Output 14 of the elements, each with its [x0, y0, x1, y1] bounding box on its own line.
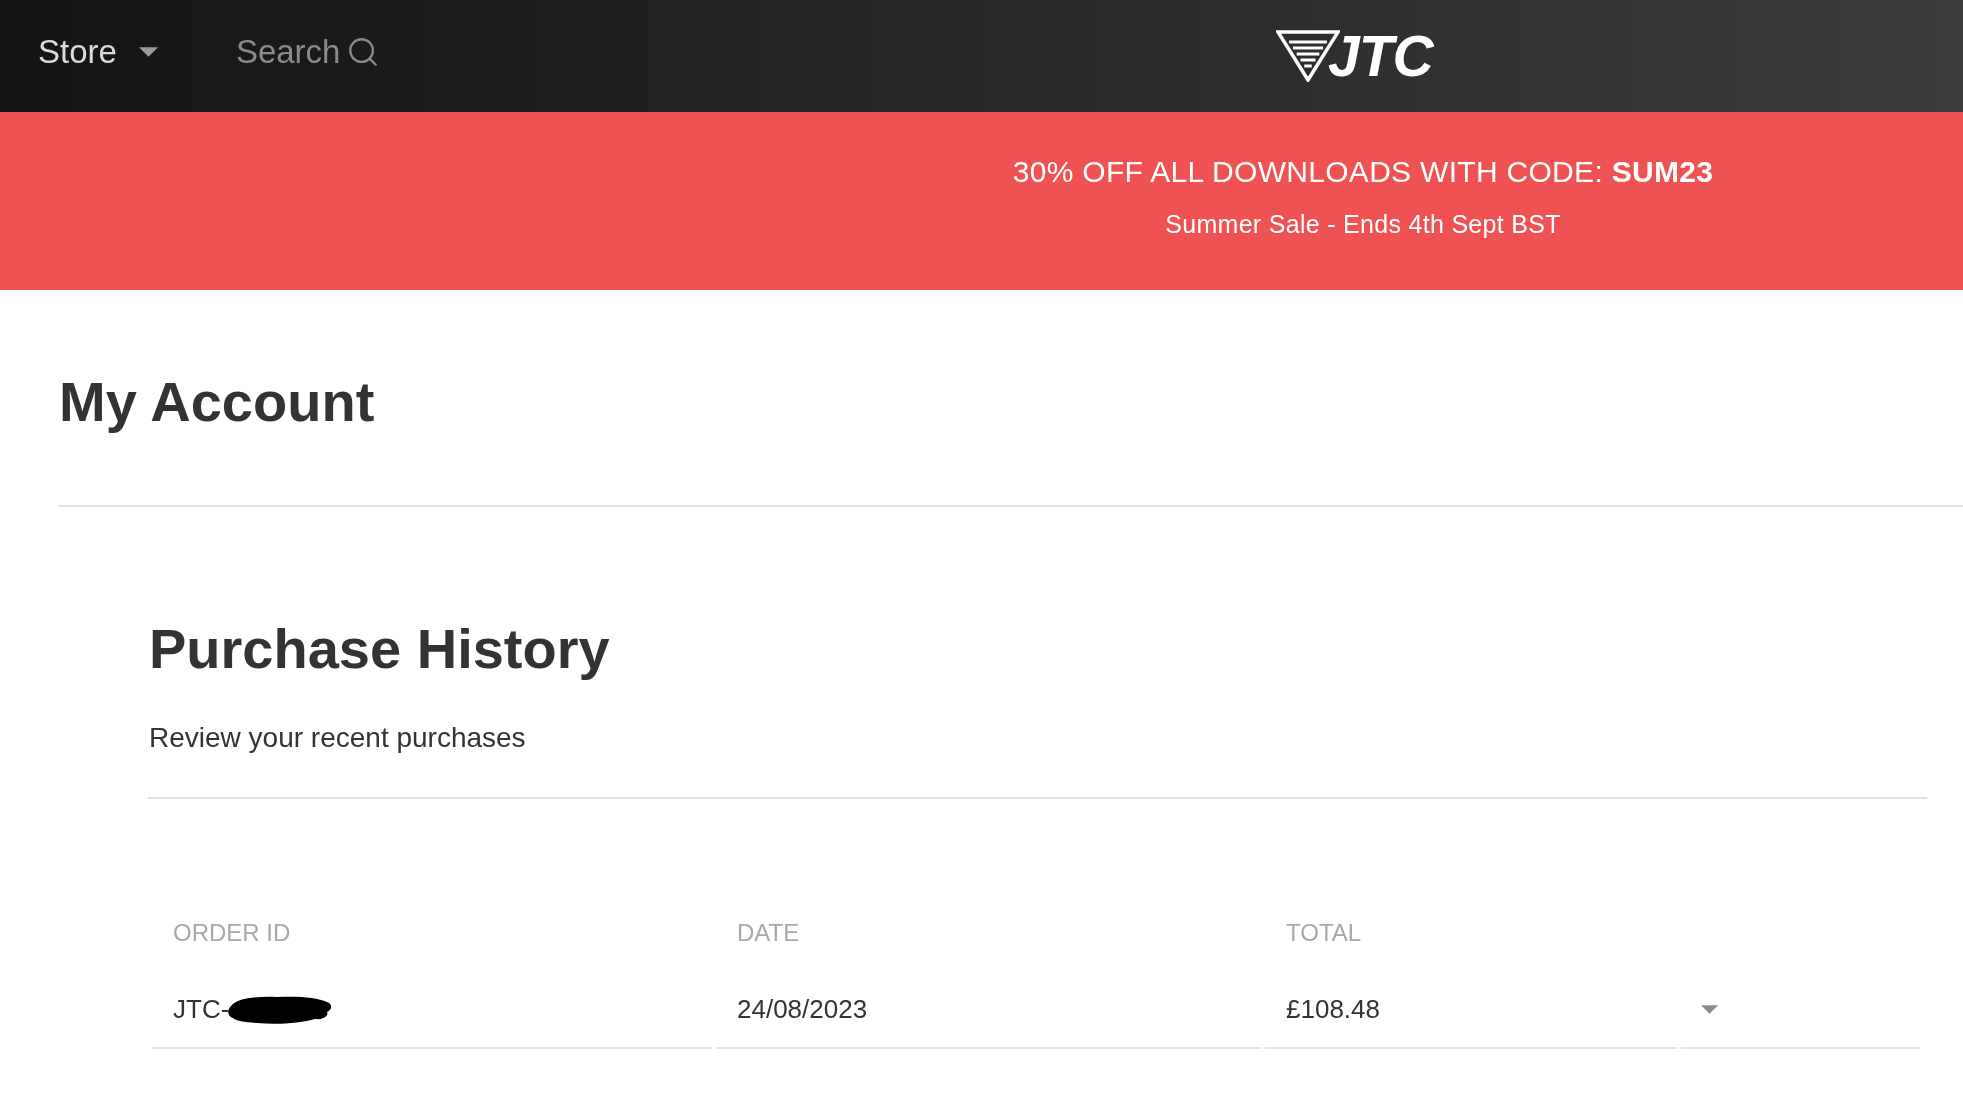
table-cell: 24/08/2023 — [716, 960, 1261, 1049]
search-button[interactable]: Search — [235, 27, 381, 77]
order-id-text: JTC- — [173, 992, 230, 1026]
section-subtitle: Review your recent purchases — [149, 721, 526, 755]
promo-subline: Summer Sale - Ends 4th Sept BST — [1165, 209, 1561, 240]
column-header: TOTAL — [1286, 918, 1362, 948]
table-cell: £108.48 — [1265, 960, 1677, 1049]
column-header: DATE — [737, 918, 800, 948]
caret-icon — [138, 47, 158, 57]
caret-icon[interactable] — [1701, 1004, 1718, 1014]
logo-link[interactable]: JTC — [1276, 27, 1433, 85]
promo-headline: 30% OFF ALL DOWNLOADS WITH CODE: SUM23 — [1012, 154, 1714, 190]
store-menu-button[interactable]: Store — [38, 27, 158, 77]
column-header: ORDER ID — [173, 918, 291, 948]
